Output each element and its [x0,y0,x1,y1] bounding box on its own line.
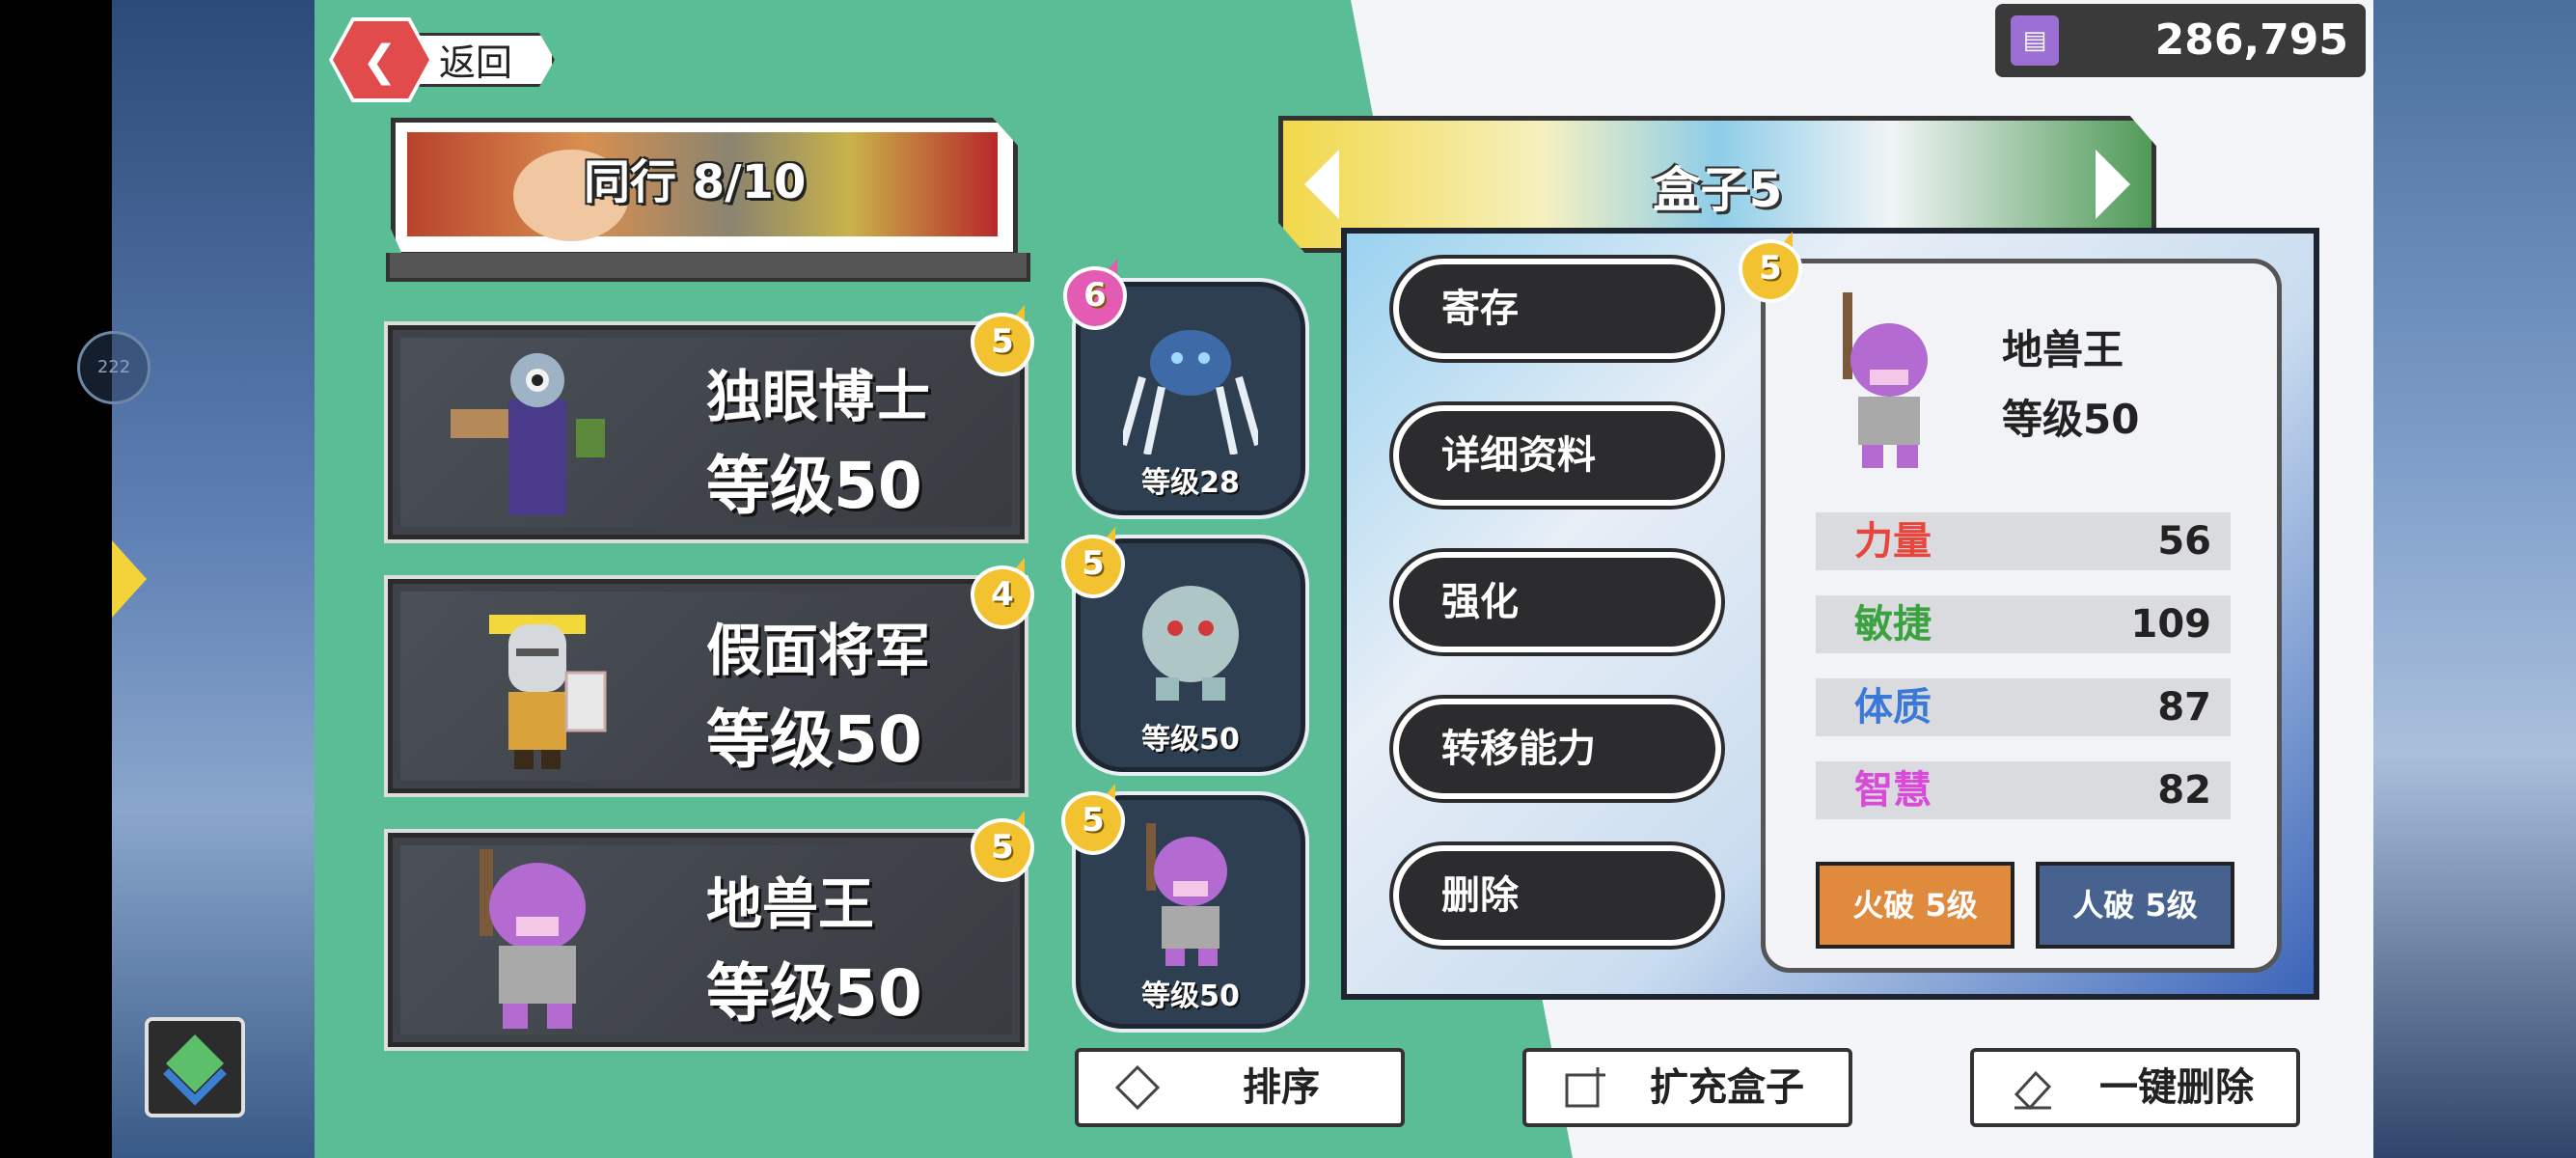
stat-label: 体质 [1854,685,1932,730]
masked-general-portrait [489,615,607,769]
earth-beast-king-portrait [1146,823,1227,966]
monster-stat-panel: 地兽王 等级50 力量 56 敏捷 109 体质 87 智慧 82 火破 5级 … [1761,259,2282,973]
floating-assist-button[interactable]: 222 [77,331,151,404]
star-badge: 5 [1061,527,1125,598]
transfer-ability-button[interactable]: 转移能力 [1393,699,1721,799]
back-button[interactable]: 返回 ❮ [329,17,557,102]
currency-display: ▤ 286,795 [1995,4,2366,77]
eraser-icon [2014,1070,2052,1110]
main-menu-button[interactable] [145,1017,245,1117]
side-expand-arrow-icon[interactable] [112,540,147,618]
box-title: 盒子5 [1652,162,1783,218]
star-badge: 5 [1739,232,1802,303]
stat-value: 87 [2157,685,2211,730]
fire-break-badge[interactable]: 火破 5级 [1816,862,2014,949]
stat-value: 56 [2157,519,2211,564]
floating-assist-label: 222 [96,357,131,377]
slot-level: 等级28 [1141,466,1240,500]
diamond-menu-icon [163,1034,227,1106]
stat-label: 敏捷 [1854,602,1932,647]
golem-monster-portrait [1142,586,1239,701]
star-badge: 4 [971,558,1034,629]
cyclops-doctor-portrait [451,353,605,515]
earth-beast-king-portrait [480,849,586,1029]
card-level: 等级50 [706,449,922,523]
earth-beast-king-portrait [1843,292,1928,468]
card-name: 假面将军 [706,618,931,683]
stat-row-constitution: 体质 87 [1816,678,2231,736]
stat-row-strength: 力量 56 [1816,512,2231,570]
card-name: 地兽王 [706,871,875,937]
human-break-badge[interactable]: 人破 5级 [2036,862,2234,949]
party-card[interactable]: 独眼博士 等级50 [388,325,1025,539]
currency-value: 286,795 [2154,15,2348,65]
expand-box-label: 扩充盒子 [1650,1065,1804,1110]
party-card[interactable]: 地兽王 等级50 [388,833,1025,1047]
deposit-button[interactable]: 寄存 [1393,259,1721,359]
delete-all-button[interactable]: 一键删除 [1970,1048,2300,1127]
slot-level: 等级50 [1141,723,1240,757]
next-box-arrow-icon[interactable] [2096,150,2130,219]
background-right-scenery [2373,0,2576,1158]
party-list-top-edge [386,253,1030,282]
chevron-left-icon: ❮ [362,37,397,86]
star-badge: 5 [1061,784,1125,855]
add-box-icon [1565,1067,1605,1108]
stat-row-agility: 敏捷 109 [1816,595,2231,653]
monster-name: 地兽王 [2002,326,2124,373]
star-badge: 5 [971,811,1034,882]
star-badge: 6 [1063,259,1127,330]
sort-button[interactable]: 排序 [1075,1048,1405,1127]
stat-row-wisdom: 智慧 82 [1816,761,2231,819]
star-badge: 5 [971,305,1034,376]
card-level: 等级50 [706,956,922,1031]
monster-level: 等级50 [2002,396,2140,443]
spider-monster-portrait [1123,330,1258,455]
stat-label: 力量 [1854,519,1932,564]
delete-button[interactable]: 删除 [1393,845,1721,946]
slot-level: 等级50 [1141,979,1240,1013]
sort-label: 排序 [1243,1065,1320,1110]
details-button[interactable]: 详细资料 [1393,405,1721,506]
coin-icon: ▤ [2011,15,2059,66]
sort-diamond-icon [1115,1065,1160,1110]
card-name: 独眼博士 [706,364,931,429]
delete-all-label: 一键删除 [2099,1065,2254,1110]
stat-label: 智慧 [1854,768,1932,813]
stat-value: 82 [2157,768,2211,813]
stat-value: 109 [2130,602,2212,647]
left-black-bar [0,0,112,1158]
party-banner: 同行 8/10 [391,118,1018,257]
card-level: 等级50 [706,703,922,777]
expand-box-button[interactable]: 扩充盒子 [1522,1048,1852,1127]
enhance-button[interactable]: 强化 [1393,552,1721,652]
party-card[interactable]: 假面将军 等级50 [388,579,1025,793]
party-count: 同行 8/10 [584,155,807,209]
